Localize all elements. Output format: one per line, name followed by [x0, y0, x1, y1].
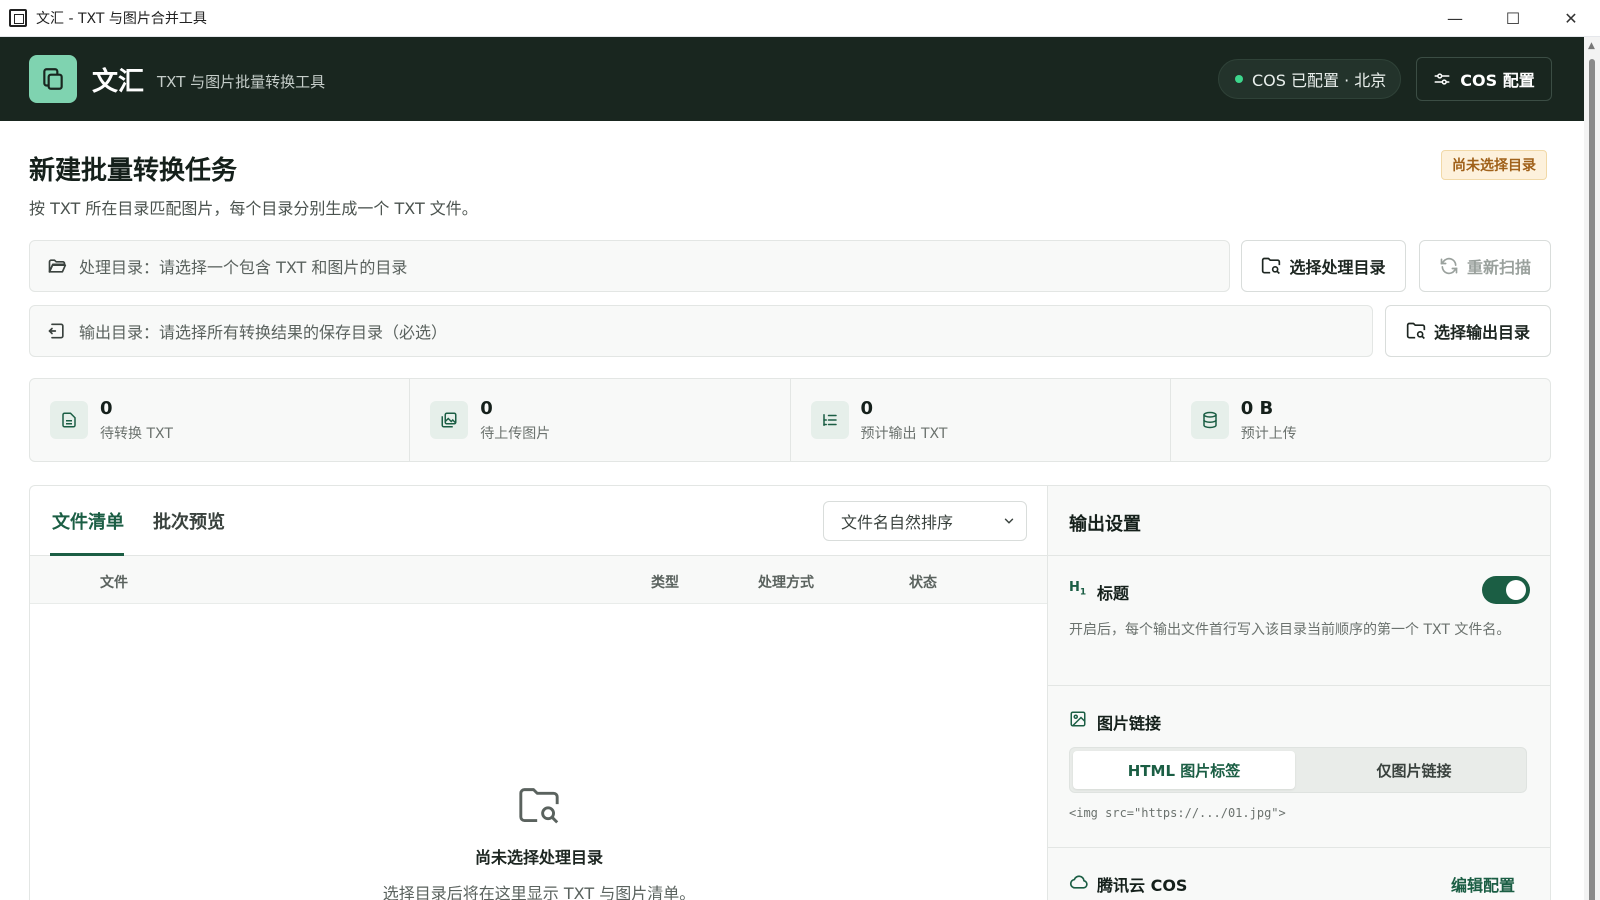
window-controls: — ☐ ✕ — [1426, 0, 1600, 37]
sort-select-value: 文件名自然排序 — [841, 513, 954, 532]
select-output-dir-label: 选择输出目录 — [1433, 323, 1530, 342]
scrollbar-thumb[interactable] — [1589, 59, 1595, 900]
heading-description: 开启后，每个输出文件首行写入该目录当前顺序的第一个 TXT 文件名。 — [1069, 622, 1511, 638]
rescan-button[interactable]: 重新扫描 — [1419, 240, 1551, 292]
select-process-dir-label: 选择处理目录 — [1289, 258, 1386, 277]
heading-toggle[interactable] — [1482, 576, 1530, 604]
settings-title: 输出设置 — [1048, 486, 1550, 556]
table-header: 文件 类型 处理方式 状态 — [30, 556, 1048, 604]
heading-title: 标题 — [1097, 584, 1130, 603]
column-header[interactable]: 处理方式 — [758, 572, 814, 592]
stat-expected-output: 0 预计输出 TXT — [791, 379, 1171, 461]
app-icon — [9, 9, 27, 27]
stat-label: 预计输出 TXT — [860, 425, 948, 442]
folder-output-icon — [48, 323, 64, 339]
copy-icon — [43, 68, 63, 90]
sort-select[interactable]: 文件名自然排序 — [823, 501, 1027, 541]
empty-state: 尚未选择处理目录 选择目录后将在这里显示 TXT 与图片清单。 — [30, 786, 1048, 900]
logo — [29, 55, 77, 103]
images-icon — [430, 401, 469, 439]
option-image-url-only[interactable]: 仅图片链接 — [1303, 751, 1525, 789]
status-dot-icon — [1235, 75, 1243, 83]
rescan-label: 重新扫描 — [1466, 258, 1531, 277]
page-title: 新建批量转换任务 — [29, 156, 238, 186]
close-button[interactable]: ✕ — [1542, 0, 1600, 37]
output-settings-panel: 输出设置 H1 标题 开启后，每个输出文件首行写入该目录当前顺序的第一个 TXT… — [1047, 485, 1551, 900]
cos-status-pill: COS 已配置 · 北京 — [1218, 59, 1402, 99]
database-icon — [1190, 401, 1229, 439]
output-dir-text: 输出目录：请选择所有转换结果的保存目录（必选） — [79, 323, 448, 342]
scrollbar[interactable]: ▲ — [1584, 37, 1600, 900]
output-dir-field[interactable]: 输出目录：请选择所有转换结果的保存目录（必选） — [29, 305, 1373, 357]
files-tabs: 文件清单 批次预览 文件名自然排序 — [30, 486, 1048, 556]
maximize-button[interactable]: ☐ — [1484, 0, 1542, 37]
files-panel: 文件清单 批次预览 文件名自然排序 文件 类型 处理方式 状态 尚未选择处理目录… — [29, 485, 1048, 900]
select-process-dir-button[interactable]: 选择处理目录 — [1241, 240, 1406, 292]
app-header: 文汇 TXT 与图片批量转换工具 COS 已配置 · 北京 COS 配置 — [0, 37, 1584, 121]
process-dir-field[interactable]: 处理目录：请选择一个包含 TXT 和图片的目录 — [29, 240, 1230, 292]
image-link-sample: <img src="https://.../01.jpg"> — [1069, 806, 1286, 820]
chevron-down-icon — [1004, 518, 1014, 524]
stat-value: 0 B — [1240, 397, 1274, 419]
tab-batch-preview[interactable]: 批次预览 — [153, 508, 225, 534]
image-link-segmented-control: HTML 图片标签 仅图片链接 — [1069, 747, 1527, 793]
tab-file-list[interactable]: 文件清单 — [52, 508, 124, 534]
list-tree-icon — [810, 401, 849, 439]
file-text-icon — [50, 401, 88, 439]
stat-label: 待转换 TXT — [100, 425, 173, 442]
column-header[interactable]: 文件 — [100, 572, 128, 592]
folder-open-icon — [48, 259, 67, 273]
cos-config-button[interactable]: COS 配置 — [1416, 57, 1552, 101]
cos-status-text: COS 已配置 · 北京 — [1252, 71, 1387, 90]
option-html-img-tag[interactable]: HTML 图片标签 — [1073, 751, 1295, 789]
scroll-up-icon[interactable]: ▲ — [1588, 41, 1595, 51]
stat-label: 预计上传 — [1240, 425, 1297, 442]
status-badge: 尚未选择目录 — [1441, 150, 1547, 180]
process-dir-text: 处理目录：请选择一个包含 TXT 和图片的目录 — [79, 258, 408, 277]
edit-config-link[interactable]: 编辑配置 — [1451, 872, 1515, 896]
empty-title: 尚未选择处理目录 — [474, 848, 603, 867]
cos-title: 腾讯云 COS — [1097, 876, 1188, 895]
stats-row: 0 待转换 TXT 0 待上传图片 0 预计输出 TXT 0 B 预计上传 — [29, 378, 1551, 462]
cos-section: 腾讯云 COS 编辑配置 — [1048, 848, 1550, 900]
image-link-title: 图片链接 — [1097, 714, 1162, 733]
page-description: 按 TXT 所在目录匹配图片，每个目录分别生成一个 TXT 文件。 — [29, 199, 478, 218]
stat-label: 待上传图片 — [480, 425, 551, 442]
brand-subtitle: TXT 与图片批量转换工具 — [157, 72, 326, 91]
stat-pending-txt: 0 待转换 TXT — [30, 379, 411, 461]
column-header[interactable]: 类型 — [651, 572, 679, 592]
stat-value: 0 — [480, 397, 493, 419]
stat-pending-images: 0 待上传图片 — [410, 379, 791, 461]
stat-expected-upload: 0 B 预计上传 — [1171, 379, 1550, 461]
window-title: 文汇 - TXT 与图片合并工具 — [36, 11, 207, 27]
stat-value: 0 — [100, 397, 113, 419]
brand-name: 文汇 — [92, 66, 145, 97]
sliders-icon — [1434, 73, 1450, 85]
empty-description: 选择目录后将在这里显示 TXT 与图片清单。 — [382, 884, 696, 900]
folder-search-icon — [519, 788, 559, 824]
refresh-icon — [1440, 257, 1458, 275]
folder-search-icon — [1406, 322, 1426, 340]
cos-config-label: COS 配置 — [1460, 71, 1535, 90]
image-icon — [1070, 711, 1086, 727]
heading-icon: H1 — [1069, 580, 1087, 598]
select-output-dir-button[interactable]: 选择输出目录 — [1385, 305, 1551, 357]
heading-section: H1 标题 开启后，每个输出文件首行写入该目录当前顺序的第一个 TXT 文件名。 — [1048, 556, 1550, 686]
window-titlebar: 文汇 - TXT 与图片合并工具 — ☐ ✕ — [0, 0, 1600, 37]
minimize-button[interactable]: — — [1426, 0, 1484, 37]
folder-search-icon — [1262, 257, 1281, 275]
image-link-section: 图片链接 HTML 图片标签 仅图片链接 <img src="https://.… — [1048, 686, 1550, 848]
stat-value: 0 — [860, 397, 874, 419]
column-header[interactable]: 状态 — [909, 572, 937, 592]
cloud-icon — [1069, 875, 1088, 889]
